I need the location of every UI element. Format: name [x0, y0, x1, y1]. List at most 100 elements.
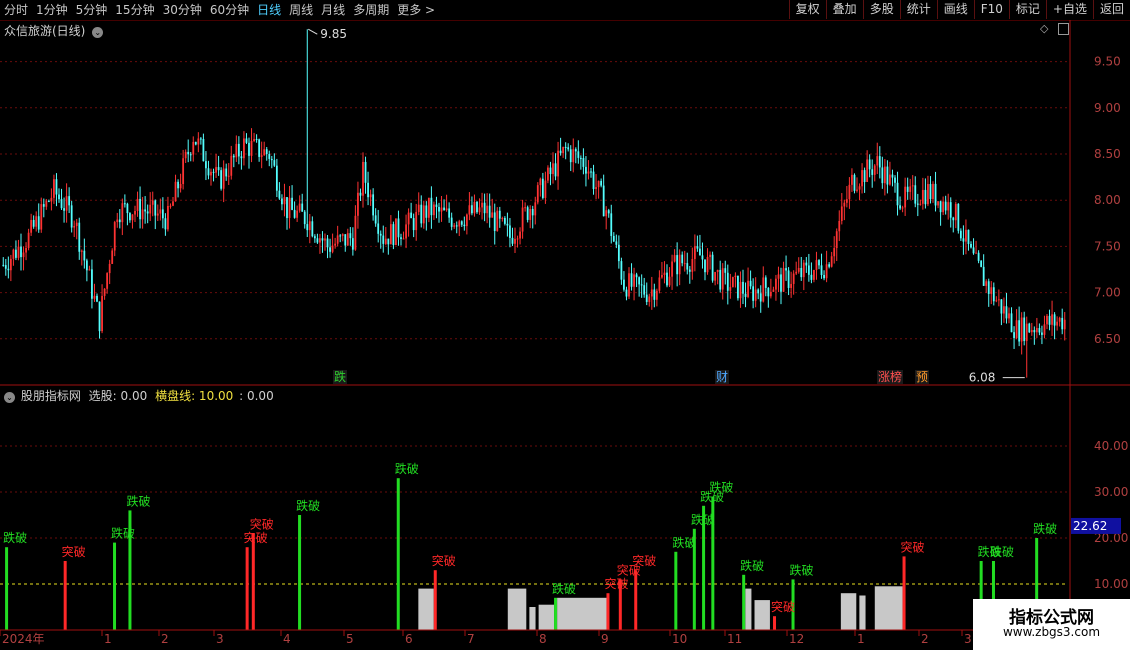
- candle-body: [202, 139, 205, 162]
- candle-body: [225, 168, 228, 177]
- signal-bar: [773, 616, 777, 630]
- toolbar-button-8[interactable]: 返回: [1092, 0, 1130, 19]
- period-tab-0[interactable]: 分时: [0, 0, 32, 20]
- period-tab-8[interactable]: 月线: [317, 0, 349, 20]
- candle-body: [990, 287, 993, 294]
- toolbar-button-4[interactable]: 画线: [936, 0, 974, 19]
- toolbar-button-1[interactable]: 叠加: [825, 0, 863, 19]
- diamond-icon[interactable]: ◇: [1040, 22, 1048, 35]
- candle-body: [980, 260, 983, 267]
- signal-label: 跌破: [296, 498, 320, 513]
- candle-body: [123, 203, 126, 205]
- candle-body: [762, 277, 765, 302]
- candle-body: [359, 192, 362, 196]
- pane-menu-icon[interactable]: ⌄: [92, 27, 104, 38]
- window-toggle-icon[interactable]: [1058, 23, 1069, 35]
- candle-body: [886, 166, 889, 185]
- candle-body: [797, 267, 800, 272]
- toolbar-button-5[interactable]: F10: [973, 0, 1009, 19]
- period-tab-1[interactable]: 1分钟: [32, 0, 72, 20]
- toolbar-button-0[interactable]: 复权: [788, 0, 826, 19]
- pane-menu-icon[interactable]: ⌄: [4, 392, 15, 403]
- signal-bar: [113, 542, 117, 630]
- period-tabs: 分时 1分钟 5分钟 15分钟 30分钟 60分钟 日线 周线 月线 多周期 更多 >: [0, 0, 439, 20]
- candle-body: [387, 238, 390, 245]
- candle-body: [192, 141, 195, 155]
- candle-body: [357, 192, 359, 216]
- candle-body: [435, 204, 438, 207]
- indicator-tick-label: 40.00: [1094, 439, 1128, 453]
- candle-body: [868, 159, 871, 170]
- candle-body: [734, 275, 737, 278]
- indicator-bars: 跌破跌破跌破跌破跌破跌破跌破跌破跌破跌破跌破跌破跌破跌破跌破突破突破突破突破突破…: [3, 461, 1057, 630]
- candle-body: [714, 272, 717, 281]
- period-tab-10[interactable]: 更多 >: [393, 0, 439, 20]
- candle-body: [501, 217, 504, 219]
- price-tick-label: 7.50: [1094, 239, 1121, 253]
- candle-body: [313, 236, 316, 239]
- candle-body: [496, 210, 499, 231]
- candle-body: [70, 205, 73, 228]
- candle-body: [121, 203, 124, 223]
- signal-bar: [742, 574, 746, 630]
- toolbar-button-2[interactable]: 多股: [862, 0, 900, 19]
- candle-body: [149, 204, 152, 214]
- toolbar-button-6[interactable]: 标记: [1008, 0, 1046, 19]
- candle-body: [534, 202, 537, 216]
- period-tab-5[interactable]: 60分钟: [206, 0, 253, 20]
- candle-body: [985, 281, 988, 286]
- candle-body: [650, 289, 653, 297]
- signal-label: 跌破: [126, 493, 150, 508]
- candle-body: [298, 203, 301, 211]
- period-tab-4[interactable]: 30分钟: [159, 0, 206, 20]
- candle-body: [275, 165, 278, 191]
- candle-body: [1000, 299, 1003, 314]
- candle-body: [706, 256, 709, 273]
- candle-body: [754, 289, 757, 301]
- stock-chart[interactable]: 9.50 9.00 8.50 8.00 7.50 7.00 6.50 9.85 6.08 跌 财 涨…: [0, 20, 1130, 650]
- candle-body: [491, 212, 494, 218]
- candle-body: [463, 224, 466, 227]
- candle-body: [959, 230, 962, 239]
- candle-body: [93, 295, 96, 299]
- candle-body: [478, 207, 481, 213]
- candle-body: [306, 224, 309, 231]
- candle-body: [433, 204, 435, 216]
- candle-body: [810, 274, 813, 280]
- period-tab-7[interactable]: 周线: [285, 0, 317, 20]
- candle-body: [612, 235, 615, 242]
- candle-body: [382, 235, 385, 244]
- candle-body: [704, 259, 706, 273]
- candle-body: [27, 232, 30, 248]
- signal-bar: [433, 570, 437, 630]
- toolbar-button-7[interactable]: +自选: [1045, 0, 1093, 19]
- candle-body: [410, 212, 413, 219]
- candle-body: [848, 184, 851, 200]
- candle-body: [30, 219, 33, 233]
- candle-body: [440, 207, 443, 212]
- candle-body: [813, 269, 815, 280]
- candle-body: [853, 174, 856, 191]
- signal-label: 突破: [244, 530, 268, 545]
- candle-body: [205, 161, 207, 169]
- candle-body: [263, 149, 266, 156]
- candle-body: [901, 207, 904, 209]
- candle-body: [899, 205, 901, 209]
- signal-bar: [63, 561, 67, 630]
- candle-body: [661, 275, 663, 278]
- candle-body: [605, 210, 608, 217]
- candle-body: [896, 182, 899, 206]
- period-tab-6[interactable]: 日线: [253, 0, 285, 20]
- range-block: [507, 588, 527, 630]
- candle-body: [331, 245, 334, 252]
- period-tab-3[interactable]: 15分钟: [111, 0, 158, 20]
- period-tab-2[interactable]: 5分钟: [72, 0, 112, 20]
- period-tab-9[interactable]: 多周期: [349, 0, 393, 20]
- candle-body: [965, 229, 967, 242]
- candle-body: [316, 238, 319, 243]
- toolbar-button-3[interactable]: 统计: [899, 0, 937, 19]
- price-tick-label: 8.50: [1094, 147, 1121, 161]
- candle-body: [995, 300, 998, 302]
- signal-label: 跌破: [790, 562, 814, 577]
- candle-body: [53, 179, 55, 198]
